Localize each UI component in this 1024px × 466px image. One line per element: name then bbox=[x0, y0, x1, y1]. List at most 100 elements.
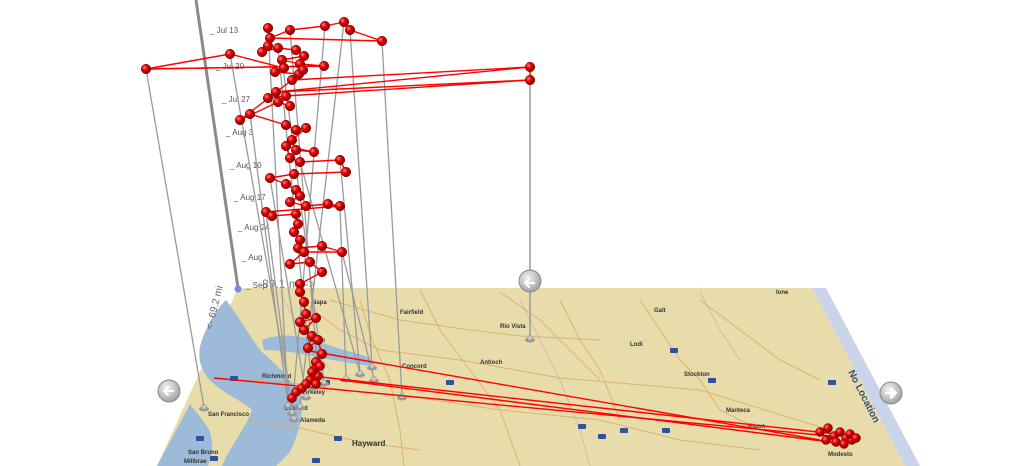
city-label: Antioch bbox=[480, 360, 503, 366]
location-marker[interactable] bbox=[290, 208, 302, 220]
axis-origin-dot bbox=[234, 285, 242, 293]
location-marker[interactable] bbox=[294, 156, 306, 168]
location-marker[interactable] bbox=[300, 308, 312, 320]
location-marker[interactable] bbox=[270, 86, 282, 98]
location-marker[interactable] bbox=[301, 379, 311, 389]
location-marker[interactable] bbox=[300, 200, 312, 212]
city-label: Stockton bbox=[684, 372, 710, 378]
track-segment bbox=[299, 159, 341, 163]
location-marker[interactable] bbox=[316, 348, 328, 360]
location-marker[interactable] bbox=[284, 152, 296, 164]
location-marker[interactable] bbox=[308, 146, 320, 158]
location-marker[interactable] bbox=[322, 198, 334, 210]
location-marker[interactable] bbox=[851, 433, 861, 443]
ground-pin-cap bbox=[297, 403, 303, 409]
location-marker[interactable] bbox=[316, 266, 328, 278]
location-marker[interactable] bbox=[304, 256, 316, 268]
ground-pin-cap bbox=[527, 335, 533, 341]
map-canvas[interactable]: Napa Fairfield Vallejo Rio Vista Galt Lo… bbox=[0, 0, 1024, 466]
location-marker[interactable] bbox=[269, 66, 281, 78]
location-marker[interactable] bbox=[815, 427, 825, 437]
location-marker[interactable] bbox=[294, 190, 306, 202]
location-marker[interactable] bbox=[316, 240, 328, 252]
location-marker[interactable] bbox=[262, 92, 274, 104]
location-marker[interactable] bbox=[334, 154, 346, 166]
timeline-tick-label: _ Jul 13 bbox=[209, 26, 239, 35]
location-marker[interactable] bbox=[294, 286, 306, 298]
location-marker[interactable] bbox=[524, 74, 536, 86]
pan-up-button[interactable] bbox=[518, 269, 542, 293]
location-marker[interactable] bbox=[288, 226, 300, 238]
location-marker[interactable] bbox=[278, 62, 290, 74]
location-marker[interactable] bbox=[280, 140, 292, 152]
timeline-tick-label: _ Aug 3 bbox=[225, 128, 254, 137]
location-marker[interactable] bbox=[311, 379, 321, 389]
map-3d-view[interactable]: Napa Fairfield Vallejo Rio Vista Galt Lo… bbox=[0, 0, 1024, 466]
location-marker[interactable] bbox=[234, 114, 246, 126]
location-marker[interactable] bbox=[256, 46, 268, 58]
location-marker[interactable] bbox=[244, 108, 256, 120]
location-marker[interactable] bbox=[288, 168, 300, 180]
city-label: San Bruno bbox=[188, 450, 219, 456]
location-marker[interactable] bbox=[821, 435, 831, 445]
location-marker[interactable] bbox=[272, 42, 284, 54]
track-segment bbox=[269, 37, 383, 42]
location-marker[interactable] bbox=[307, 367, 317, 377]
location-marker[interactable] bbox=[297, 64, 309, 76]
location-marker[interactable] bbox=[286, 74, 298, 86]
location-marker[interactable] bbox=[831, 437, 841, 447]
pan-right-button[interactable] bbox=[879, 381, 903, 405]
location-marker[interactable] bbox=[338, 16, 350, 28]
ground-pin-cap bbox=[371, 376, 377, 382]
location-marker[interactable] bbox=[300, 122, 312, 134]
location-marker[interactable] bbox=[140, 63, 152, 75]
location-marker[interactable] bbox=[298, 324, 310, 336]
location-marker[interactable] bbox=[312, 334, 324, 346]
location-marker[interactable] bbox=[284, 100, 296, 112]
location-marker[interactable] bbox=[524, 61, 536, 73]
pan-left-button[interactable] bbox=[157, 379, 181, 403]
track-segment bbox=[349, 29, 383, 42]
location-marker[interactable] bbox=[839, 439, 849, 449]
city-label: Manteca bbox=[726, 408, 751, 414]
location-marker[interactable] bbox=[376, 35, 388, 47]
location-marker[interactable] bbox=[823, 423, 833, 433]
location-marker[interactable] bbox=[284, 24, 296, 36]
location-marker[interactable] bbox=[224, 48, 236, 60]
city-label: Alameda bbox=[300, 418, 326, 424]
city-label: Modesto bbox=[828, 452, 853, 458]
location-marker[interactable] bbox=[272, 96, 284, 108]
location-marker[interactable] bbox=[302, 342, 314, 354]
ground-pin-cap bbox=[291, 415, 297, 421]
marker-stem bbox=[145, 68, 205, 408]
location-marker[interactable] bbox=[266, 210, 278, 222]
location-marker[interactable] bbox=[284, 258, 296, 270]
location-marker[interactable] bbox=[290, 124, 302, 136]
location-marker[interactable] bbox=[319, 20, 331, 32]
city-label: Rio Vista bbox=[500, 324, 526, 330]
location-marker[interactable] bbox=[280, 178, 292, 190]
city-label: Lodi bbox=[630, 342, 643, 348]
location-marker[interactable] bbox=[336, 246, 348, 258]
track-segment bbox=[249, 113, 287, 126]
city-label: Hayward bbox=[352, 439, 385, 448]
location-marker[interactable] bbox=[310, 312, 322, 324]
location-marker[interactable] bbox=[344, 24, 356, 36]
city-label: San Francisco bbox=[208, 412, 249, 418]
location-marker[interactable] bbox=[290, 144, 302, 156]
location-marker[interactable] bbox=[280, 119, 292, 131]
location-marker[interactable] bbox=[284, 196, 296, 208]
city-label: Galt bbox=[654, 308, 666, 314]
location-marker[interactable] bbox=[290, 44, 302, 56]
location-marker[interactable] bbox=[280, 90, 292, 102]
ground-pin-cap bbox=[357, 370, 363, 376]
location-marker[interactable] bbox=[340, 166, 352, 178]
location-marker[interactable] bbox=[262, 22, 274, 34]
ground-pin-cap bbox=[321, 379, 327, 385]
location-marker[interactable] bbox=[298, 246, 310, 258]
location-marker[interactable] bbox=[315, 361, 325, 371]
location-marker[interactable] bbox=[298, 296, 310, 308]
location-marker[interactable] bbox=[264, 172, 276, 184]
location-marker[interactable] bbox=[334, 200, 346, 212]
location-marker[interactable] bbox=[318, 60, 330, 72]
